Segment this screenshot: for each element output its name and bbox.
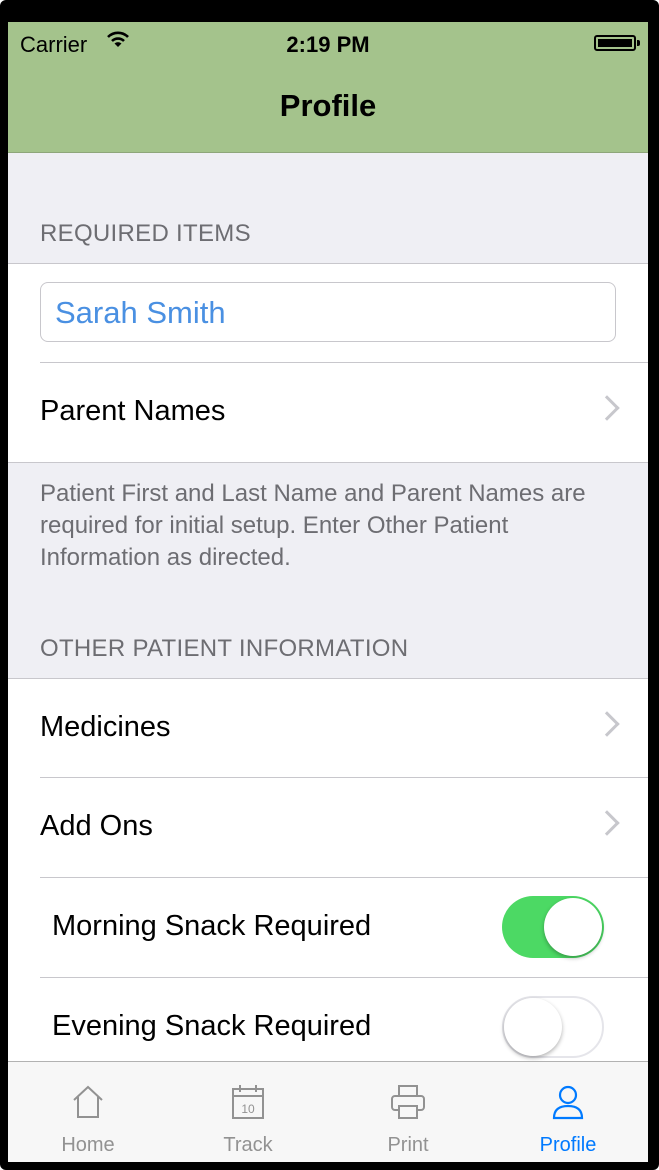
tab-home-label: Home	[61, 1134, 115, 1156]
status-bar: Carrier 2:19 PM	[8, 22, 648, 62]
tab-bar: Home 10 Track Print Profile	[8, 1061, 648, 1162]
home-icon	[73, 1085, 103, 1118]
tab-profile-label: Profile	[539, 1134, 597, 1156]
chevron-right-icon	[594, 810, 620, 836]
tab-track-label: Track	[223, 1134, 273, 1156]
person-icon	[552, 1085, 584, 1120]
tab-track[interactable]: 10 Track	[168, 1062, 328, 1162]
printer-icon	[391, 1085, 425, 1119]
patient-name-field[interactable]: Sarah Smith	[40, 282, 616, 342]
evening-snack-label: Evening Snack Required	[52, 1010, 372, 1042]
morning-snack-label: Morning Snack Required	[52, 910, 372, 942]
screen: Carrier 2:19 PM Profile REQUIRED ITEMS S…	[8, 22, 648, 1162]
add-ons-row[interactable]: Add Ons	[40, 777, 648, 878]
morning-snack-toggle[interactable]	[502, 896, 604, 958]
navigation-bar: Carrier 2:19 PM Profile	[8, 22, 648, 153]
tab-print[interactable]: Print	[328, 1062, 488, 1162]
patient-name-row: Sarah Smith	[40, 264, 648, 364]
page-title: Profile	[279, 88, 377, 123]
toggle-knob	[544, 898, 602, 956]
medicines-row[interactable]: Medicines	[40, 679, 648, 779]
battery-icon	[594, 35, 640, 51]
status-time: 2:19 PM	[286, 32, 370, 57]
other-patient-info-header: OTHER PATIENT INFORMATION	[40, 635, 409, 662]
calendar-icon: 10	[232, 1085, 264, 1119]
morning-snack-row: Morning Snack Required	[40, 877, 648, 978]
parent-names-label: Parent Names	[40, 395, 226, 427]
parent-names-row[interactable]: Parent Names	[40, 362, 648, 463]
tab-print-label: Print	[387, 1134, 429, 1156]
tab-home[interactable]: Home	[8, 1062, 168, 1162]
required-items-footer: Patient First and Last Name and Parent N…	[40, 480, 586, 571]
medicines-label: Medicines	[40, 711, 171, 743]
required-items-group: Sarah Smith Parent Names	[8, 263, 648, 463]
toggle-knob	[504, 998, 562, 1056]
required-items-header: REQUIRED ITEMS	[40, 220, 251, 247]
tab-profile[interactable]: Profile	[488, 1062, 648, 1162]
device-frame: Carrier 2:19 PM Profile REQUIRED ITEMS S…	[0, 0, 659, 1170]
chevron-right-icon	[594, 395, 620, 421]
chevron-right-icon	[594, 711, 620, 737]
calendar-icon-text: 10	[241, 1102, 255, 1116]
add-ons-label: Add Ons	[40, 810, 153, 842]
evening-snack-toggle[interactable]	[502, 996, 604, 1058]
patient-name-value: Sarah Smith	[55, 295, 226, 330]
